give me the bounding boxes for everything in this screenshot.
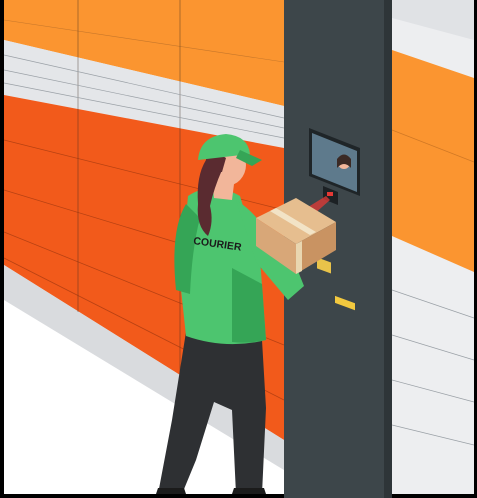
right-locker-bank	[391, 0, 475, 494]
locker-door-orange-right	[392, 50, 474, 272]
parcel-locker-illustration: COURIER	[0, 0, 477, 498]
